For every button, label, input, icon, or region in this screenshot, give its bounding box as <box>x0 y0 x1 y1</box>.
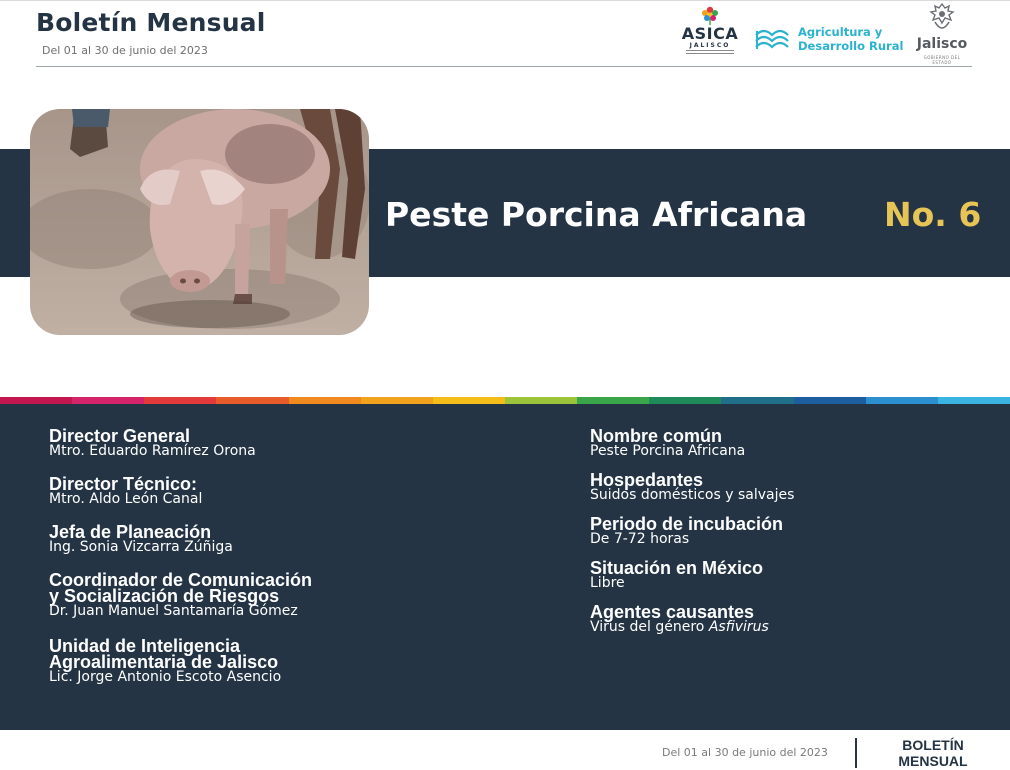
stripe-segment <box>937 397 1010 404</box>
staff-value: Mtro. Aldo León Canal <box>49 491 203 507</box>
stripe-segment <box>865 397 938 404</box>
footer-date-range: Del 01 al 30 de junio del 2023 <box>662 746 828 759</box>
stripe-segment <box>432 397 505 404</box>
stripe-segment <box>144 397 217 404</box>
stripe-segment <box>0 397 73 404</box>
stripe-segment <box>793 397 866 404</box>
bulletin-date-range: Del 01 al 30 de junio del 2023 <box>42 44 208 57</box>
staff-value: Ing. Sonia Vizcarra Zúñiga <box>49 539 233 555</box>
staff-label: Jefa de Planeación <box>49 522 212 542</box>
stripe-segment <box>216 397 289 404</box>
fact-value-prefix: Virus del género <box>590 619 709 635</box>
staff-item-coordinador: Coordinador de Comunicación y Socializac… <box>49 571 312 619</box>
stripe-segment <box>649 397 722 404</box>
footer-brand-line1: BOLETÍN <box>902 737 964 753</box>
stripe-segment <box>288 397 361 404</box>
fact-agentes-causantes: Agentes causantes Virus del género Asfiv… <box>590 602 769 635</box>
flower-icon <box>702 6 718 25</box>
bulletin-title: Boletín Mensual <box>36 8 266 37</box>
staff-item-jefa-planeacion: Jefa de Planeación Ing. Sonia Vizcarra Z… <box>49 522 233 555</box>
header-divider <box>36 66 972 67</box>
staff-value: Mtro. Eduardo Ramírez Orona <box>49 443 256 459</box>
asica-fine-print <box>686 50 734 58</box>
pig-photo <box>30 109 369 335</box>
jalisco-subtitle: GOBIERNO DEL ESTADO <box>923 55 961 65</box>
staff-label: Director Técnico: <box>49 474 198 494</box>
fact-label: Agentes causantes <box>590 602 755 622</box>
staff-label-line2: y Socialización de Riesgos <box>49 586 280 606</box>
staff-label-line2: Agroalimentaria de Jalisco <box>49 652 279 672</box>
agricultura-line1: Agricultura y <box>798 25 883 39</box>
fact-situacion-mexico: Situación en México Libre <box>590 558 764 591</box>
fact-value: Libre <box>590 575 625 591</box>
staff-item-director-tecnico: Director Técnico: Mtro. Aldo León Canal <box>49 474 203 507</box>
staff-value: Dr. Juan Manuel Santamaría Gómez <box>49 603 298 619</box>
staff-item-director-general: Director General Mtro. Eduardo Ramírez O… <box>49 426 256 459</box>
fact-value-italic: Asfivirus <box>708 619 769 635</box>
agricultura-line2: Desarrollo Rural <box>798 39 904 53</box>
waves-icon <box>755 29 789 49</box>
stripe-segment <box>360 397 433 404</box>
agricultura-wordmark: Agricultura y Desarrollo Rural <box>798 25 903 53</box>
stripe-segment <box>721 397 794 404</box>
jalisco-logo: Jalisco GOBIERNO DEL ESTADO <box>910 2 974 65</box>
fact-value: De 7-72 horas <box>590 531 690 547</box>
footer-divider <box>855 738 857 768</box>
stripe-segment <box>72 397 145 404</box>
fact-value: Peste Porcina Africana <box>590 443 746 459</box>
pig-image <box>30 109 369 335</box>
staff-item-unidad-inteligencia: Unidad de Inteligencia Agroalimentaria d… <box>49 637 282 685</box>
fact-value: Suidos domésticos y salvajes <box>590 487 795 503</box>
issue-number: No. 6 <box>884 195 982 234</box>
fact-nombre-comun: Nombre común Peste Porcina Africana <box>590 426 746 459</box>
staff-label: Director General <box>49 426 191 446</box>
fact-label: Situación en México <box>590 558 764 578</box>
disease-title: Peste Porcina Africana <box>385 195 808 234</box>
stripe-segment <box>504 397 578 404</box>
asica-subtitle: JALISCO <box>689 42 731 49</box>
fact-hospedantes: Hospedantes Suidos domésticos y salvajes <box>590 470 795 503</box>
agricultura-logo: Agricultura y Desarrollo Rural <box>752 20 903 60</box>
fact-label: Hospedantes <box>590 470 704 490</box>
footer-brand-line2: MENSUAL <box>898 753 968 769</box>
fact-label: Periodo de incubación <box>590 514 784 534</box>
asica-logo: ASICA JALISCO <box>680 4 740 60</box>
fact-periodo-incubacion: Periodo de incubación De 7-72 horas <box>590 514 784 547</box>
staff-value: Lic. Jorge Antonio Escoto Asencio <box>49 669 282 685</box>
stripe-segment <box>577 397 650 404</box>
color-stripe <box>0 397 1010 404</box>
coat-of-arms-icon <box>929 2 955 29</box>
jalisco-wordmark: Jalisco <box>916 36 968 52</box>
fact-label: Nombre común <box>590 426 723 446</box>
footer-brand: BOLETÍN MENSUAL <box>878 737 988 769</box>
top-rule <box>0 0 1010 1</box>
fact-value: Virus del género Asfivirus <box>590 620 769 635</box>
asica-wordmark: ASICA <box>681 24 739 43</box>
